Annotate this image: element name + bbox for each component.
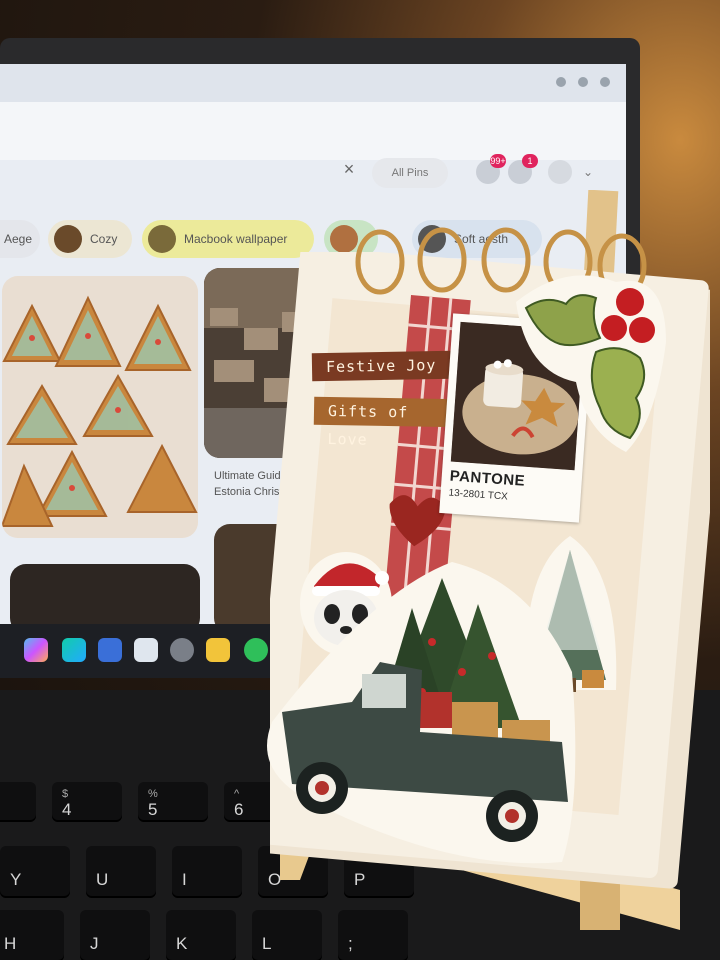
pin-filter-dropdown[interactable]: All Pins: [372, 158, 448, 188]
pantone-brand: PANTONE: [449, 467, 526, 490]
topic-chip[interactable]: Cozy: [48, 220, 132, 258]
key-label: L: [262, 934, 272, 953]
topic-chip-label: Macbook wallpaper: [184, 232, 288, 246]
key-shift-label: %: [148, 788, 158, 800]
chip-thumbnail: [148, 225, 176, 253]
edge-icon[interactable]: [62, 638, 86, 662]
holly-sticker: [516, 275, 666, 452]
vintage-truck-sticker: [267, 562, 576, 864]
pantone-color-code: 13-2801 TCX: [448, 487, 509, 503]
key-shift-label: $: [62, 788, 69, 800]
key-label: Y: [10, 870, 22, 889]
key-label: 5: [148, 800, 158, 819]
notifications-icon[interactable]: 99+: [476, 154, 506, 184]
key-label: 6: [234, 800, 244, 819]
browser-title-bar: [0, 64, 626, 102]
avatar[interactable]: [548, 160, 572, 184]
notification-badge: 99+: [490, 154, 506, 168]
key-label: H: [4, 934, 17, 953]
store-icon[interactable]: [98, 638, 122, 662]
keyboard-key[interactable]: Y: [0, 846, 70, 898]
chevron-down-icon[interactable]: ⌄: [576, 160, 600, 184]
photo-scene: × All Pins 99+ 1 ⌄ Aege Cozy Macbook wal…: [0, 0, 720, 960]
message-badge: 1: [522, 154, 538, 168]
keyboard-key[interactable]: $4: [52, 782, 122, 822]
keyboard-key[interactable]: K: [166, 910, 236, 960]
pinterest-header: [0, 102, 626, 160]
maximize-icon[interactable]: [578, 77, 588, 87]
chip-thumbnail: [54, 225, 82, 253]
clear-search-icon[interactable]: ×: [338, 158, 360, 180]
keyboard-key[interactable]: H: [0, 910, 64, 960]
keyboard-key[interactable]: 3: [0, 782, 36, 822]
minimize-icon[interactable]: [556, 77, 566, 87]
pin-gingerbread-cookies[interactable]: [2, 276, 198, 538]
settings-icon[interactable]: [170, 638, 194, 662]
calendar-icon[interactable]: [134, 638, 158, 662]
topic-chip-label: Cozy: [90, 232, 118, 246]
close-window-icon[interactable]: [600, 77, 610, 87]
key-label: I: [182, 870, 187, 889]
key-label: 4: [62, 800, 72, 819]
keyboard-key[interactable]: J: [80, 910, 150, 960]
gifts-of-love-label: Gifts of Love: [313, 396, 459, 449]
festive-joy-label: Festive Joy: [311, 350, 453, 382]
gingerbread-cookies-image: [2, 276, 198, 538]
file-explorer-icon[interactable]: [206, 638, 230, 662]
keyboard-key[interactable]: U: [86, 846, 156, 898]
topic-chip-label: Aege: [4, 232, 33, 246]
copilot-icon[interactable]: [24, 638, 48, 662]
key-shift-label: ^: [234, 788, 240, 800]
key-label: U: [96, 870, 109, 889]
key-label: K: [176, 934, 188, 953]
pin-dark-photo[interactable]: [10, 564, 200, 624]
key-label: J: [90, 934, 99, 953]
topic-chip[interactable]: Aege: [0, 220, 40, 258]
keyboard-key[interactable]: % 5: [138, 782, 208, 822]
keyboard-key[interactable]: I: [172, 846, 242, 898]
messages-icon[interactable]: 1: [508, 154, 538, 184]
